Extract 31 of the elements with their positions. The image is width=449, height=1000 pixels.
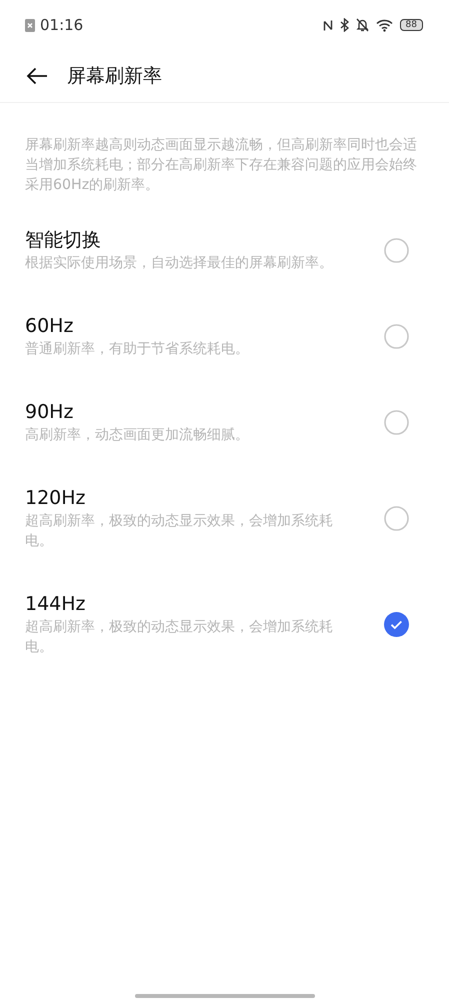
radio-unchecked-icon[interactable] — [384, 324, 409, 348]
option-title: 120Hz — [25, 486, 87, 511]
refresh-rate-option[interactable]: 智能切换 根据实际使用场景，自动选择最佳的屏幕刷新率。 — [0, 227, 449, 273]
option-description: 普通刷新率，有助于节省系统耗电。 — [25, 340, 250, 359]
description-text: 屏幕刷新率越高则动态画面显示越流畅，但高刷新率同时也会适当增加系统耗电；部分在高刷新率下存在兼容问题的应用会始终采用60Hz的刷新率。 — [24, 136, 418, 195]
page-title: 屏幕刷新率 — [67, 64, 162, 89]
option-title: 智能切换 — [25, 228, 102, 253]
wifi-icon — [376, 18, 393, 32]
option-title: 90Hz — [25, 400, 74, 425]
bell-muted-icon — [356, 18, 369, 32]
refresh-rate-option[interactable]: 60Hz 普通刷新率，有助于节省系统耗电。 — [0, 313, 449, 359]
bluetooth-icon — [340, 18, 349, 32]
nfc-icon — [322, 18, 333, 32]
option-description: 超高刷新率，极致的动态显示效果，会增加系统耗电。 — [25, 512, 334, 551]
radio-checked-icon[interactable] — [384, 612, 409, 636]
notification-icon — [25, 18, 35, 32]
back-arrow-icon — [26, 67, 48, 85]
option-title: 144Hz — [25, 592, 87, 617]
refresh-rate-option[interactable]: 90Hz 高刷新率，动态画面更加流畅细腻。 — [0, 399, 449, 445]
option-description: 根据实际使用场景，自动选择最佳的屏幕刷新率。 — [25, 254, 334, 273]
refresh-rate-option[interactable]: 144Hz 超高刷新率，极致的动态显示效果，会增加系统耗电。 — [0, 591, 449, 657]
refresh-rate-option[interactable]: 120Hz 超高刷新率，极致的动态显示效果，会增加系统耗电。 — [0, 485, 449, 551]
status-time: 01:16 — [40, 16, 84, 34]
option-description: 高刷新率，动态画面更加流畅细腻。 — [25, 426, 250, 445]
radio-unchecked-icon[interactable] — [384, 238, 409, 262]
battery-indicator: 88 — [400, 19, 423, 31]
radio-unchecked-icon[interactable] — [384, 506, 409, 530]
radio-unchecked-icon[interactable] — [384, 410, 409, 434]
option-description: 超高刷新率，极致的动态显示效果，会增加系统耗电。 — [25, 618, 334, 657]
back-button[interactable] — [26, 67, 48, 85]
option-title: 60Hz — [25, 314, 74, 339]
